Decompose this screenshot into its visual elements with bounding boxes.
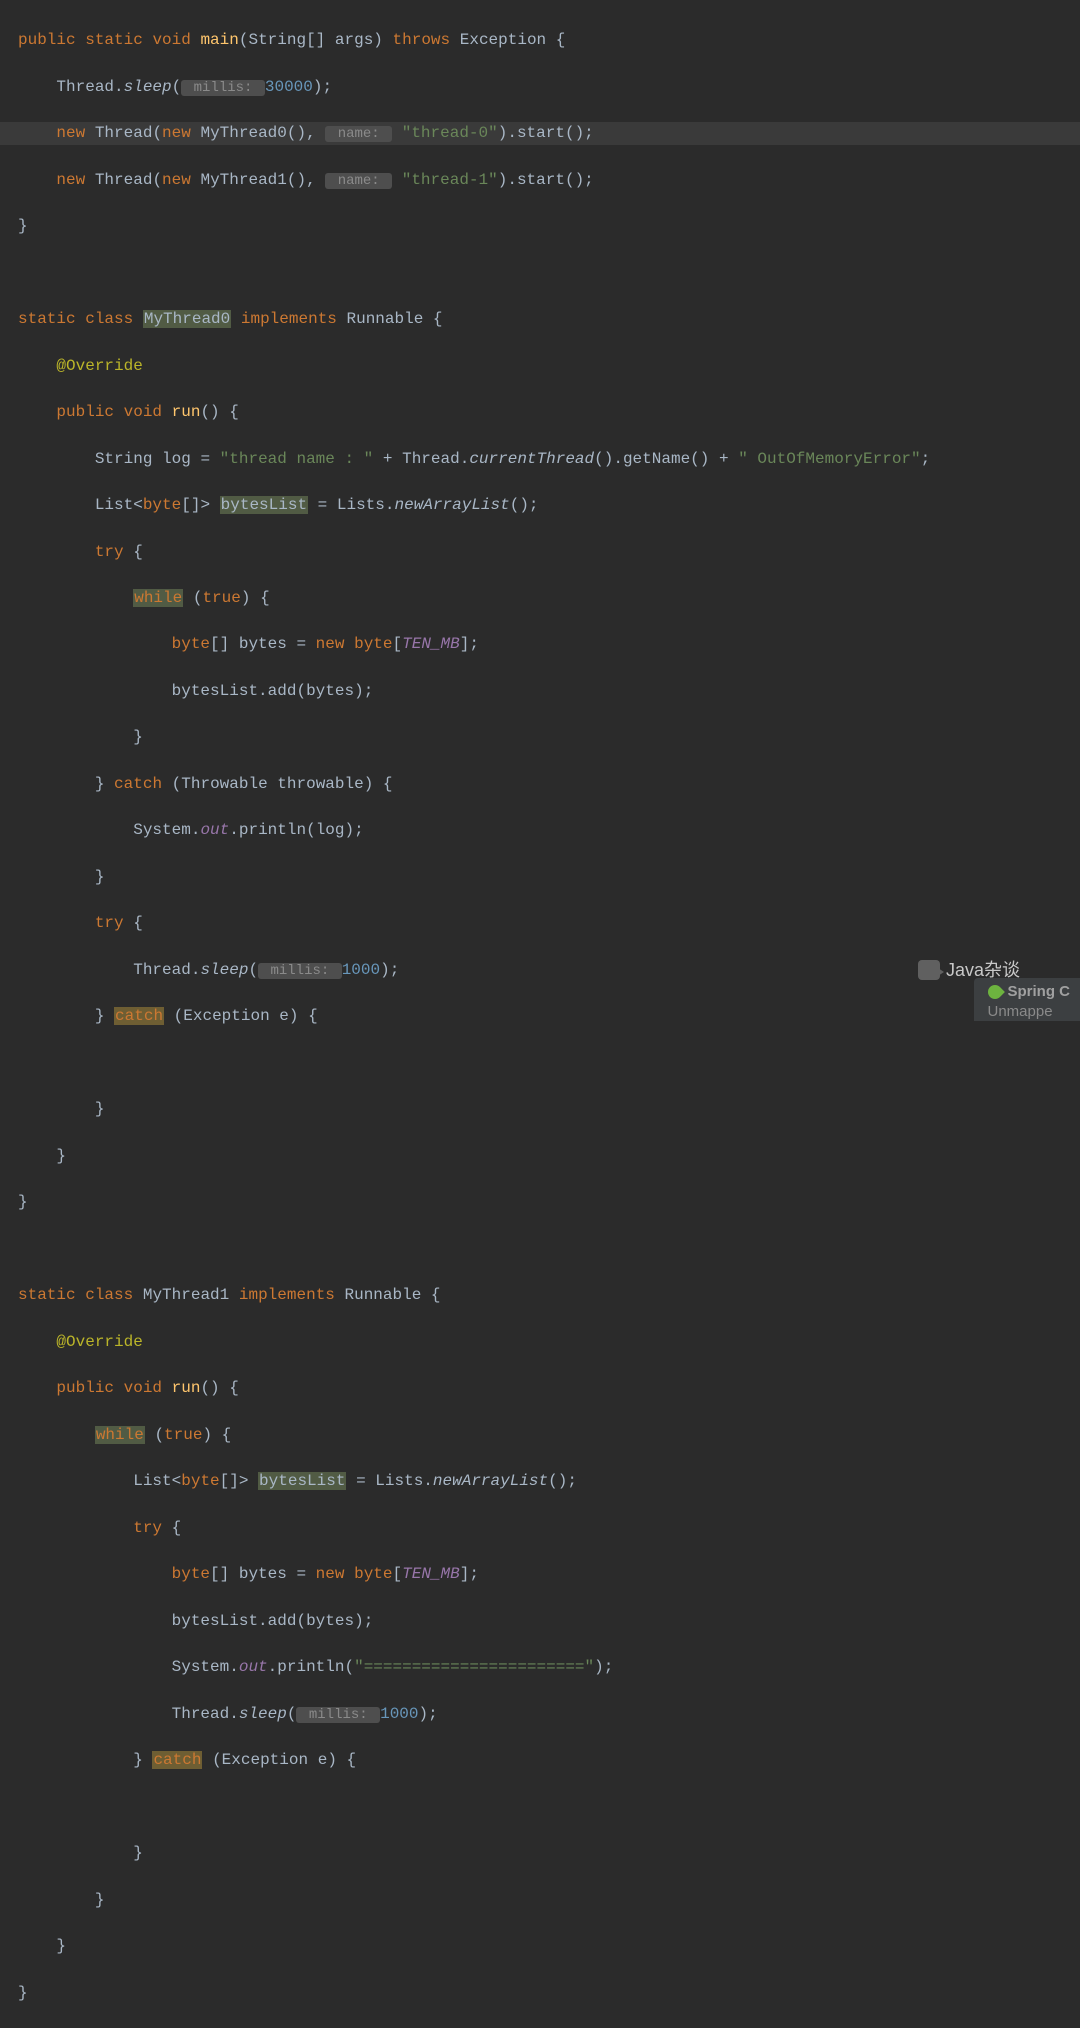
code-line[interactable]: } bbox=[0, 866, 1080, 889]
code-editor[interactable]: public static void main(String[] args) t… bbox=[0, 0, 1080, 2028]
code-line[interactable]: public void run() { bbox=[0, 1377, 1080, 1400]
code-line[interactable]: } bbox=[0, 1842, 1080, 1865]
code-line[interactable]: } bbox=[0, 1145, 1080, 1168]
code-line[interactable]: System.out.println(log); bbox=[0, 819, 1080, 842]
code-line[interactable]: } bbox=[0, 1982, 1080, 2005]
code-line[interactable] bbox=[0, 262, 1080, 285]
code-line[interactable]: static class MyThread1 implements Runnab… bbox=[0, 1284, 1080, 1307]
status-line-2: Unmappe bbox=[988, 1002, 1071, 1022]
code-line[interactable]: } catch (Throwable throwable) { bbox=[0, 773, 1080, 796]
code-line[interactable]: @Override bbox=[0, 355, 1080, 378]
status-line-1: Spring C bbox=[1008, 982, 1071, 1002]
code-line[interactable]: @Override bbox=[0, 1331, 1080, 1354]
code-line[interactable]: } bbox=[0, 1191, 1080, 1214]
code-line[interactable]: bytesList.add(bytes); bbox=[0, 680, 1080, 703]
code-line[interactable]: Thread.sleep( millis: 1000); bbox=[0, 1703, 1080, 1726]
status-panel[interactable]: Spring C Unmappe bbox=[974, 978, 1080, 1021]
wechat-icon bbox=[918, 960, 940, 980]
code-line[interactable]: } catch (Exception e) { bbox=[0, 1749, 1080, 1772]
inlay-hint: millis: bbox=[181, 80, 265, 96]
code-line[interactable]: } bbox=[0, 1889, 1080, 1912]
code-line[interactable]: String log = "thread name : " + Thread.c… bbox=[0, 448, 1080, 471]
code-line[interactable]: Thread.sleep( millis: 30000); bbox=[0, 76, 1080, 99]
inlay-hint: name: bbox=[325, 126, 392, 142]
code-line[interactable]: while (true) { bbox=[0, 587, 1080, 610]
inlay-hint: millis: bbox=[296, 1707, 380, 1723]
code-line[interactable]: static class MyThread0 implements Runnab… bbox=[0, 308, 1080, 331]
code-line[interactable]: System.out.println("====================… bbox=[0, 1656, 1080, 1679]
code-line[interactable]: new Thread(new MyThread1(), name: "threa… bbox=[0, 169, 1080, 192]
code-line[interactable]: bytesList.add(bytes); bbox=[0, 1610, 1080, 1633]
spring-icon bbox=[985, 982, 1005, 1002]
code-line[interactable]: try { bbox=[0, 1517, 1080, 1540]
code-line[interactable]: try { bbox=[0, 541, 1080, 564]
code-line[interactable]: List<byte[]> bytesList = Lists.newArrayL… bbox=[0, 494, 1080, 517]
code-line[interactable]: } bbox=[0, 726, 1080, 749]
code-line[interactable]: } bbox=[0, 215, 1080, 238]
code-line[interactable] bbox=[0, 1796, 1080, 1819]
code-line[interactable]: public static void main(String[] args) t… bbox=[0, 29, 1080, 52]
code-line[interactable]: public void run() { bbox=[0, 401, 1080, 424]
inlay-hint: millis: bbox=[258, 963, 342, 979]
code-line[interactable]: byte[] bytes = new byte[TEN_MB]; bbox=[0, 633, 1080, 656]
inlay-hint: name: bbox=[325, 173, 392, 189]
code-line[interactable]: byte[] bytes = new byte[TEN_MB]; bbox=[0, 1563, 1080, 1586]
code-line-highlighted[interactable]: new Thread(new MyThread0(), name: "threa… bbox=[0, 122, 1080, 145]
code-line[interactable]: while (true) { bbox=[0, 1424, 1080, 1447]
code-line[interactable] bbox=[0, 1052, 1080, 1075]
code-line[interactable]: try { bbox=[0, 912, 1080, 935]
code-line[interactable]: } bbox=[0, 1098, 1080, 1121]
code-line[interactable]: List<byte[]> bytesList = Lists.newArrayL… bbox=[0, 1470, 1080, 1493]
code-line[interactable] bbox=[0, 1238, 1080, 1261]
code-line[interactable]: } bbox=[0, 1935, 1080, 1958]
code-line[interactable]: } catch (Exception e) { bbox=[0, 1005, 1080, 1028]
